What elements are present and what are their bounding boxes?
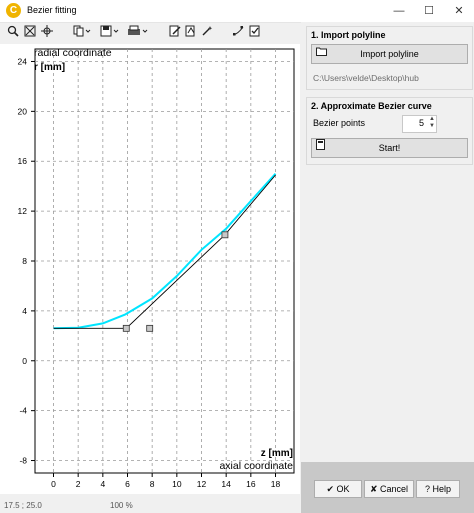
title-bar: C Bezier fitting — ☐ ✕ (0, 0, 474, 23)
y-unit-label: r [mm] (34, 62, 65, 73)
copy-icon[interactable] (72, 25, 92, 41)
approximate-section-title: 2. Approximate Bezier curve (311, 101, 432, 111)
x-axis-title: axial coordinate (219, 460, 293, 472)
x-tick-label: 14 (221, 479, 231, 489)
x-tick-label: 6 (125, 479, 130, 489)
y-tick-label: 0 (22, 356, 27, 366)
import-polyline-button[interactable]: Import polyline (311, 44, 468, 64)
x-tick-label: 12 (197, 479, 207, 489)
y-tick-label: -4 (19, 406, 27, 416)
zoom-fit-icon[interactable] (23, 25, 37, 41)
plot-area[interactable]: 0 2 4 6 8 10 12 14 16 18 24 20 16 12 8 4 0 -4 -8 radial co… (0, 44, 300, 494)
side-panel: 1. Import polyline Import polyline C:\Us… (301, 22, 474, 462)
bezier-chart[interactable]: 0 2 4 6 8 10 12 14 16 1824201612840-4-8 radial co… (0, 44, 300, 494)
y-tick-label: 16 (18, 156, 28, 166)
dialog-button-bar: ✔ OK ✘ Cancel ? Help (301, 462, 474, 513)
approximate-section: 2. Approximate Bezier curve Bezier point… (306, 97, 473, 165)
import-section: 1. Import polyline Import polyline C:\Us… (306, 26, 473, 90)
x-tick-label: 4 (100, 479, 105, 489)
y-tick-label: -8 (19, 456, 27, 466)
points-icon[interactable] (231, 25, 245, 41)
control-point[interactable] (146, 324, 154, 332)
edit-icon[interactable] (168, 25, 182, 41)
import-polyline-label: Import polyline (360, 49, 419, 59)
cancel-label: Cancel (380, 484, 409, 494)
spin-arrows-icon[interactable]: ▲ ▼ (429, 116, 435, 130)
zoom-level: 100 % (110, 501, 133, 510)
checklist-icon[interactable] (248, 25, 262, 41)
maximize-button[interactable]: ☐ (414, 0, 444, 22)
plot-toolbar (0, 22, 300, 44)
y-tick-label: 24 (18, 56, 28, 66)
y-tick-label: 12 (18, 206, 28, 216)
x-tick-label: 8 (150, 479, 155, 489)
bezier-points-label: Bezier points (313, 118, 366, 128)
import-section-title: 1. Import polyline (311, 30, 386, 40)
y-tick-label: 8 (22, 256, 27, 266)
y-tick-label: 20 (18, 106, 28, 116)
help-button[interactable]: ? Help (416, 480, 460, 498)
sparkle-icon[interactable] (200, 25, 214, 41)
app-icon: C (6, 3, 21, 18)
transform-icon[interactable] (184, 25, 198, 41)
control-point[interactable] (122, 324, 130, 332)
window-title: Bezier fitting (27, 5, 77, 15)
cursor-coords: 17.5 ; 25.0 (4, 501, 42, 510)
x-tick-label: 0 (51, 479, 56, 489)
cross-icon: ✘ (369, 484, 378, 494)
status-bar: 17.5 ; 25.0 100 % (0, 496, 300, 513)
x-tick-label: 18 (271, 479, 281, 489)
x-tick-label: 16 (246, 479, 256, 489)
ok-button[interactable]: ✔ OK (314, 480, 362, 498)
calculator-icon (316, 139, 325, 157)
zoom-icon[interactable] (6, 25, 20, 41)
question-icon: ? (424, 484, 430, 494)
x-unit-label: z [mm] (261, 448, 293, 459)
pan-icon[interactable] (40, 25, 54, 41)
control-point[interactable] (221, 231, 229, 239)
x-tick-label: 2 (76, 479, 81, 489)
start-button[interactable]: Start! (311, 138, 468, 158)
print-icon[interactable] (126, 25, 150, 41)
help-label: Help (432, 484, 452, 494)
cancel-button[interactable]: ✘ Cancel (364, 480, 414, 498)
folder-icon (316, 45, 327, 63)
close-button[interactable]: ✕ (444, 0, 474, 22)
y-axis-title: radial coordinate (34, 47, 112, 59)
y-tick-label: 4 (22, 306, 27, 316)
bezier-points-value: 5 (418, 118, 424, 128)
save-icon[interactable] (99, 25, 121, 41)
minimize-button[interactable]: — (384, 0, 414, 22)
start-label: Start! (378, 143, 401, 153)
import-path: C:\Users\velde\Desktop\hub (313, 73, 419, 83)
check-icon: ✔ (326, 484, 334, 494)
ok-label: OK (336, 484, 350, 494)
x-tick-label: 10 (172, 479, 182, 489)
bezier-points-stepper[interactable]: 5 ▲ ▼ (402, 115, 437, 133)
